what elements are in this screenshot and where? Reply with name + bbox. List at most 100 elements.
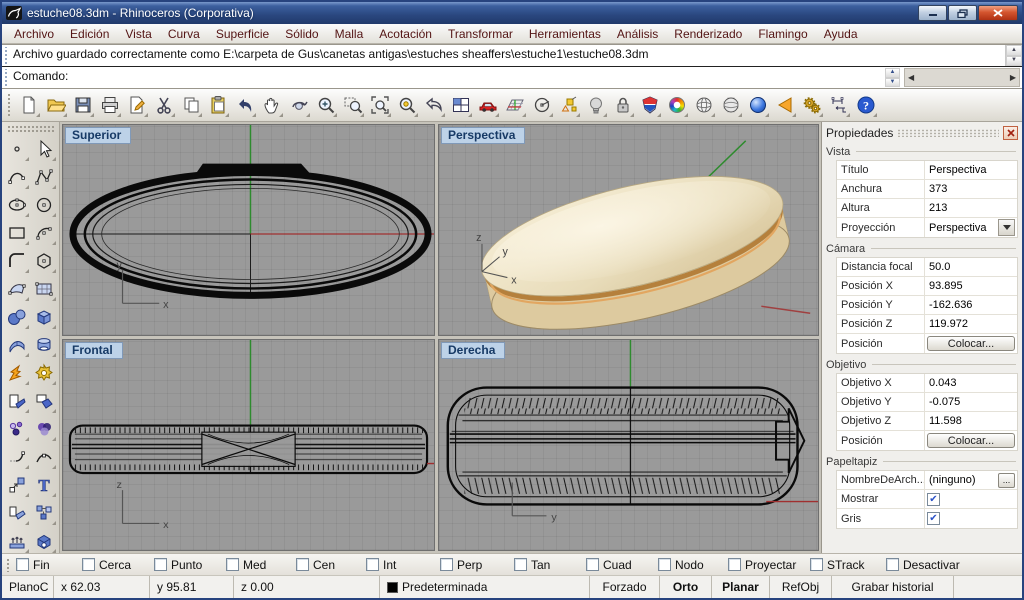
sidetool-box-button[interactable] [31, 303, 58, 331]
viewport-label-superior[interactable]: Superior [65, 127, 131, 144]
osnap-tan[interactable]: Tan [514, 558, 586, 572]
status-toggle-grabar-historial[interactable]: Grabar historial [832, 576, 954, 598]
checkbox-unchecked-icon[interactable] [82, 558, 95, 571]
toolbar-zoom-in-button[interactable] [312, 92, 339, 119]
toolbar-page-edit-button[interactable] [123, 92, 150, 119]
osnap-cerca[interactable]: Cerca [82, 558, 154, 572]
toolbar-zoom-window-button[interactable] [339, 92, 366, 119]
prop-value-posicion-y[interactable]: -162.636 [927, 299, 1015, 311]
toolbar-gripper[interactable] [7, 93, 12, 117]
menu-ayuda[interactable]: Ayuda [816, 25, 866, 43]
menu-renderizado[interactable]: Renderizado [666, 25, 750, 43]
sidetool-point-cloud-button[interactable] [4, 415, 31, 443]
toolbar-help-button[interactable]: ? [852, 92, 879, 119]
panel-drag-handle[interactable] [897, 129, 999, 137]
status-coord-z[interactable]: z 0.00 [234, 576, 380, 598]
status-coord-x[interactable]: x 62.03 [54, 576, 150, 598]
toolbar-dimension-button[interactable] [825, 92, 852, 119]
toolbar-lamp-button[interactable] [582, 92, 609, 119]
osnap-cuad[interactable]: Cuad [586, 558, 658, 572]
checkbox-unchecked-icon[interactable] [16, 558, 29, 571]
menu-malla[interactable]: Malla [327, 25, 372, 43]
checkbox-unchecked-icon[interactable] [586, 558, 599, 571]
toolbar-paste-button[interactable] [204, 92, 231, 119]
toolbar-save-button[interactable] [69, 92, 96, 119]
menu-solido[interactable]: Sólido [277, 25, 326, 43]
status-layer[interactable]: Predeterminada [380, 576, 590, 598]
toolbar-gears-button[interactable] [798, 92, 825, 119]
status-cplane[interactable]: PlanoC [2, 576, 54, 598]
history-scroll-up-button[interactable]: ▲ [1006, 45, 1022, 56]
toolbar-pan-button[interactable] [258, 92, 285, 119]
viewport-frontal[interactable]: z x Frontal [62, 339, 435, 551]
toolbar-cut-button[interactable] [150, 92, 177, 119]
menu-transformar[interactable]: Transformar [440, 25, 521, 43]
sidetool-rectangle-button[interactable] [4, 219, 31, 247]
sidetool-explode-button[interactable] [4, 359, 31, 387]
sidetool-surface-bend-button[interactable] [4, 331, 31, 359]
toolbar-cone-button[interactable] [771, 92, 798, 119]
menu-flamingo[interactable]: Flamingo [750, 25, 815, 43]
viewport-label-derecha[interactable]: Derecha [441, 342, 505, 359]
prop-value-anchura[interactable]: 373 [927, 183, 1015, 195]
osnap-nodo[interactable]: Nodo [658, 558, 728, 572]
sidetool-circle-button[interactable] [31, 191, 58, 219]
sidetool-adjust-curve-button[interactable] [31, 443, 58, 471]
scroll-right-icon[interactable]: ▶ [1010, 73, 1016, 82]
menu-vista[interactable]: Vista [117, 25, 159, 43]
viewport-label-frontal[interactable]: Frontal [65, 342, 123, 359]
command-spin-up-button[interactable]: ▲ [885, 68, 900, 78]
sidetool-surface-grid-button[interactable] [31, 275, 58, 303]
sidetool-extrude-button[interactable] [4, 527, 31, 555]
checkbox-unchecked-icon[interactable] [440, 558, 453, 571]
prop-checkbox-mostrar[interactable] [927, 493, 940, 506]
camara-posicion-button[interactable]: Colocar... [927, 336, 1015, 351]
history-scroll-down-button[interactable]: ▼ [1006, 56, 1022, 67]
sidetool-boolean-button[interactable] [31, 359, 58, 387]
command-hscroll[interactable]: ◀ ▶ [904, 68, 1020, 87]
prop-checkbox-gris[interactable] [927, 512, 940, 525]
osnap-perp[interactable]: Perp [440, 558, 514, 572]
sidetool-select-arrow-button[interactable] [31, 135, 58, 163]
sidetool-polygon-button[interactable] [31, 247, 58, 275]
toolbar-open-file-button[interactable] [42, 92, 69, 119]
prop-value-altura[interactable]: 213 [927, 202, 1015, 214]
prop-value-objetivo-x[interactable]: 0.043 [927, 377, 1015, 389]
toolbar-viewport-layout-button[interactable] [447, 92, 474, 119]
minimize-button[interactable] [918, 5, 947, 21]
sidetool-extend-curve-button[interactable] [4, 443, 31, 471]
sidetool-text-button[interactable]: T [31, 471, 58, 499]
prop-value-posicion-x[interactable]: 93.895 [927, 280, 1015, 292]
toolbar-circle-center-button[interactable] [528, 92, 555, 119]
close-button[interactable] [978, 5, 1018, 21]
toolbar-car-button[interactable] [474, 92, 501, 119]
menu-superficie[interactable]: Superficie [208, 25, 277, 43]
sidetool-trim-button[interactable] [4, 387, 31, 415]
checkbox-unchecked-icon[interactable] [154, 558, 167, 571]
prop-value-nombredearch[interactable]: (ninguno) [927, 474, 998, 486]
toolbar-render-shield-button[interactable] [636, 92, 663, 119]
osnap-desactivar[interactable]: Desactivar [886, 558, 978, 572]
menu-analisis[interactable]: Análisis [609, 25, 666, 43]
sidetool-split-button[interactable] [31, 387, 58, 415]
toolbar-new-document-button[interactable] [15, 92, 42, 119]
toolbar-sphere-wireframe-button[interactable] [690, 92, 717, 119]
menu-archivo[interactable]: Archivo [6, 25, 62, 43]
menu-acotacion[interactable]: Acotación [371, 25, 440, 43]
toolbar-lock-button[interactable] [609, 92, 636, 119]
prop-value-proyeccion[interactable]: Perspectiva [927, 222, 998, 234]
command-gripper[interactable] [3, 47, 9, 64]
checkbox-unchecked-icon[interactable] [810, 558, 823, 571]
command-spin-down-button[interactable]: ▼ [885, 78, 900, 88]
toolbar-sphere-ghosted-button[interactable] [717, 92, 744, 119]
checkbox-unchecked-icon[interactable] [658, 558, 671, 571]
sidetool-ellipse-button[interactable] [4, 191, 31, 219]
osnap-fin[interactable]: Fin [16, 558, 82, 572]
browse-file-button[interactable]: ... [998, 473, 1015, 488]
restore-button[interactable] [948, 5, 977, 21]
viewport-label-perspectiva[interactable]: Perspectiva [441, 127, 525, 144]
toolbar-undo-button[interactable] [231, 92, 258, 119]
scroll-left-icon[interactable]: ◀ [908, 73, 914, 82]
toolbar-sphere-render-button[interactable] [744, 92, 771, 119]
sidetool-blocks-button[interactable] [31, 499, 58, 527]
